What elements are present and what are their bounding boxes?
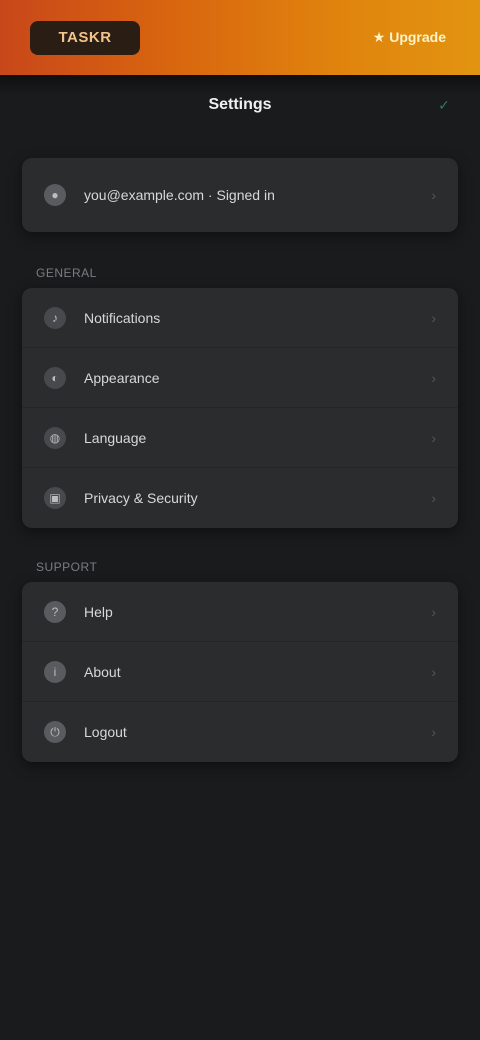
settings-item-about[interactable]: i About › [22,642,458,702]
settings-item-label: Language [84,429,147,446]
nav-bar: Settings ✓ [0,80,480,130]
section-title-general: GENERAL [36,266,97,280]
account-card[interactable]: ● you@example.com · Signed in › [22,158,458,232]
chevron-right-icon: › [431,369,436,386]
settings-item-label: Help [84,603,113,620]
help-icon: ? [44,600,66,623]
app-logo[interactable]: TASKR [30,20,140,55]
settings-item-language[interactable]: ◍ Language › [22,408,458,468]
settings-item-notifications[interactable]: ♪ Notifications › [22,288,458,348]
chevron-right-icon: › [431,309,436,326]
general-card: ♪ Notifications › ◐ Appearance › ◍ Langu… [22,288,458,528]
upgrade-button[interactable]: ★ Upgrade [373,29,446,46]
page-title: Settings [208,96,272,113]
settings-item-label: About [84,663,121,680]
settings-item-label: Privacy & Security [84,490,198,506]
section-title-support: SUPPORT [36,560,98,574]
top-bar: TASKR ★ Upgrade [0,0,480,75]
bell-icon: ♪ [44,306,66,329]
user-icon: ● [44,184,66,206]
settings-item-appearance[interactable]: ◐ Appearance › [22,348,458,408]
chevron-right-icon: › [431,663,436,680]
chevron-right-icon: › [431,724,436,740]
palette-icon: ◐ [44,366,66,389]
chevron-right-icon: › [431,603,436,620]
account-row[interactable]: ● you@example.com · Signed in › [22,158,458,232]
check-icon[interactable]: ✓ [434,96,454,114]
settings-item-help[interactable]: ? Help › [22,582,458,642]
settings-item-label: Notifications [84,309,161,326]
chevron-right-icon: › [431,429,436,446]
lock-icon: ▣ [44,487,66,509]
chevron-right-icon: › [431,187,436,203]
settings-item-logout[interactable]: ⏻ Logout › [22,702,458,762]
settings-item-privacy[interactable]: ▣ Privacy & Security › [22,468,458,528]
logout-icon: ⏻ [44,721,66,743]
globe-icon: ◍ [44,426,66,449]
account-label: you@example.com · Signed in [84,187,275,203]
settings-item-label: Logout [84,724,127,740]
support-card: ? Help › i About › ⏻ Logout › [22,582,458,762]
settings-item-label: Appearance [84,369,160,386]
chevron-right-icon: › [431,490,436,506]
info-icon: i [44,660,66,683]
